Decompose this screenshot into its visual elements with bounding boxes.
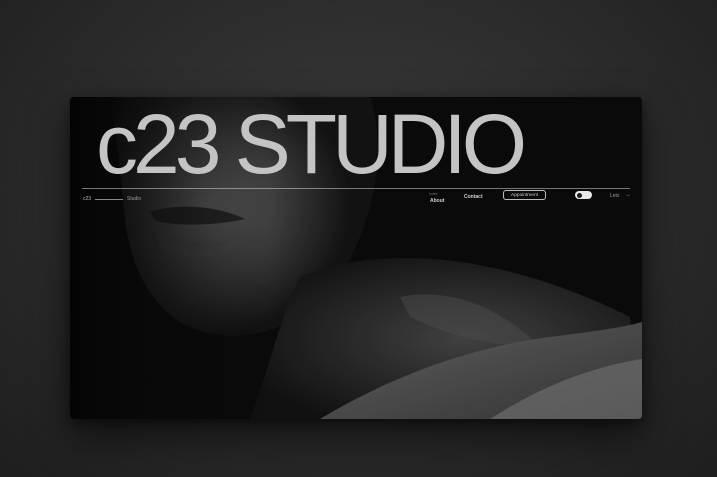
brand-subtitle: Studio	[127, 196, 142, 202]
page-title: c23 STUDIO	[96, 97, 527, 191]
arrow-right-icon[interactable]: →	[625, 192, 631, 198]
lets-link[interactable]: Lets	[610, 193, 619, 199]
nav-link-about[interactable]: About	[430, 198, 444, 204]
theme-toggle-icon[interactable]	[575, 191, 592, 199]
hero-card: c23 STUDIO c23 Studio Index About Contac…	[70, 97, 642, 419]
brand-divider	[95, 198, 123, 200]
brand-logo[interactable]: c23	[83, 196, 91, 202]
toggle-knob	[577, 192, 582, 198]
appointment-button[interactable]: Appointment	[503, 190, 546, 200]
nav-index-label: Index	[429, 192, 438, 196]
nav-link-contact[interactable]: Contact	[464, 194, 483, 200]
top-nav: c23 Studio Index About Contact Appointme…	[70, 189, 642, 213]
